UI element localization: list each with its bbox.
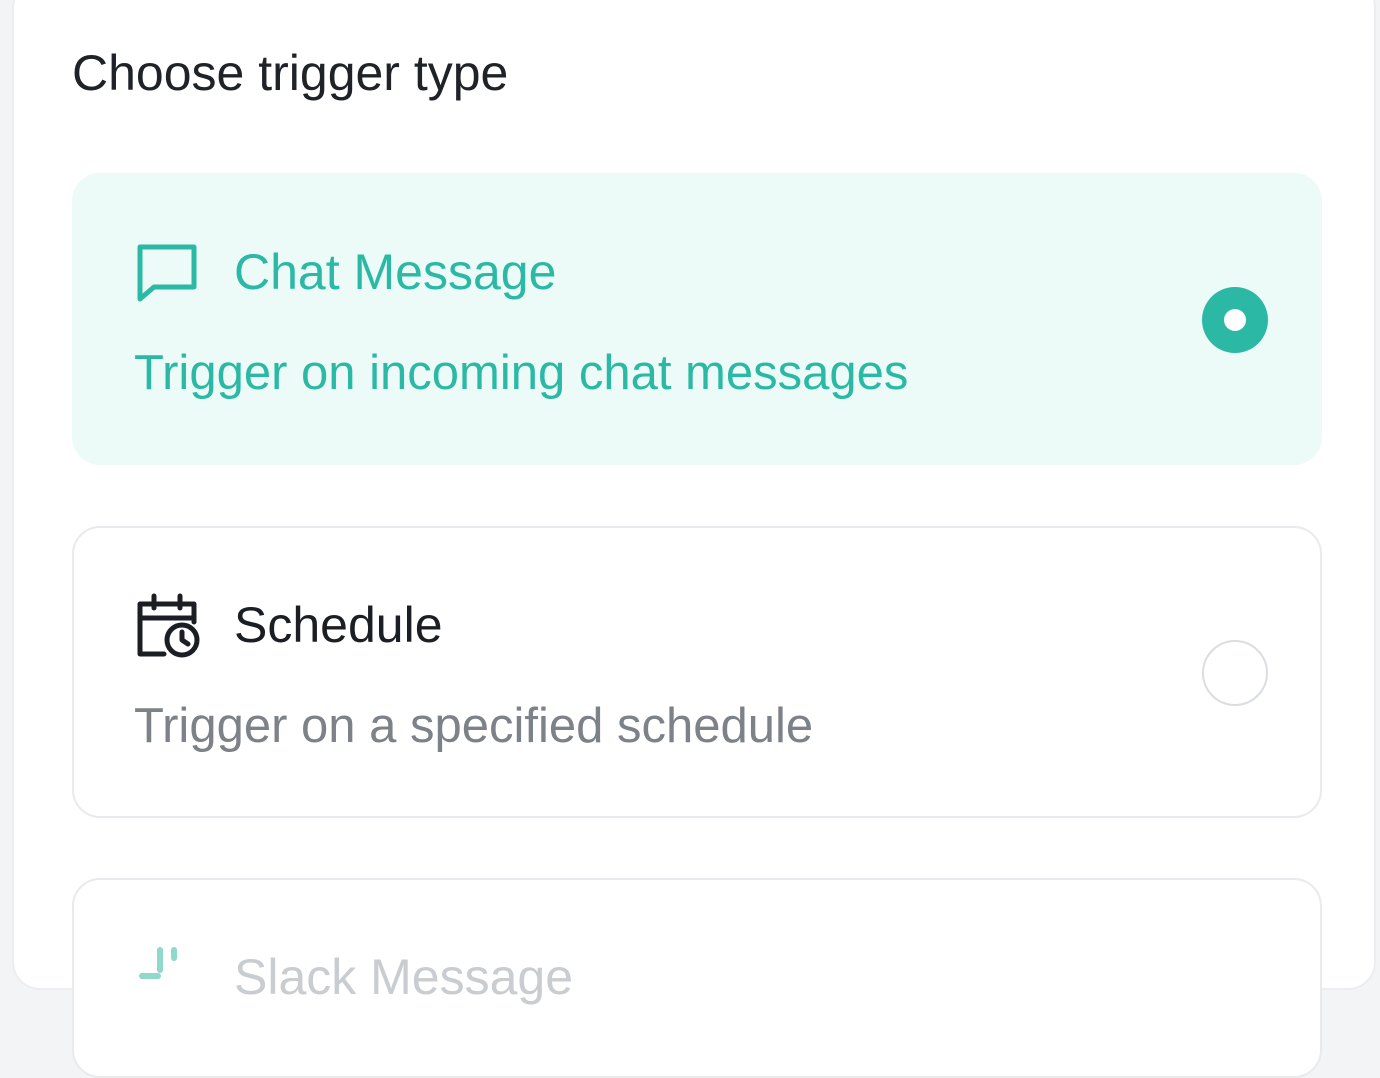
option-description: Trigger on incoming chat messages — [134, 346, 909, 400]
trigger-option-chat-message[interactable]: Chat Message Trigger on incoming chat me… — [72, 173, 1322, 465]
chat-bubble-icon — [134, 239, 200, 303]
trigger-type-panel: Choose trigger type Chat Message Trigger… — [12, 0, 1376, 1078]
trigger-option-slack-message[interactable]: Slack Message — [72, 878, 1322, 1078]
radio-button-selected[interactable] — [1202, 287, 1268, 353]
option-title: Schedule — [234, 597, 443, 653]
trigger-option-schedule[interactable]: Schedule Trigger on a specified schedule — [72, 526, 1322, 818]
option-title: Chat Message — [234, 244, 557, 300]
panel-heading: Choose trigger type — [72, 45, 509, 101]
calendar-clock-icon — [134, 592, 200, 658]
option-description: Trigger on a specified schedule — [134, 699, 814, 753]
radio-button-unselected[interactable] — [1202, 640, 1268, 706]
slack-icon — [134, 944, 200, 1008]
